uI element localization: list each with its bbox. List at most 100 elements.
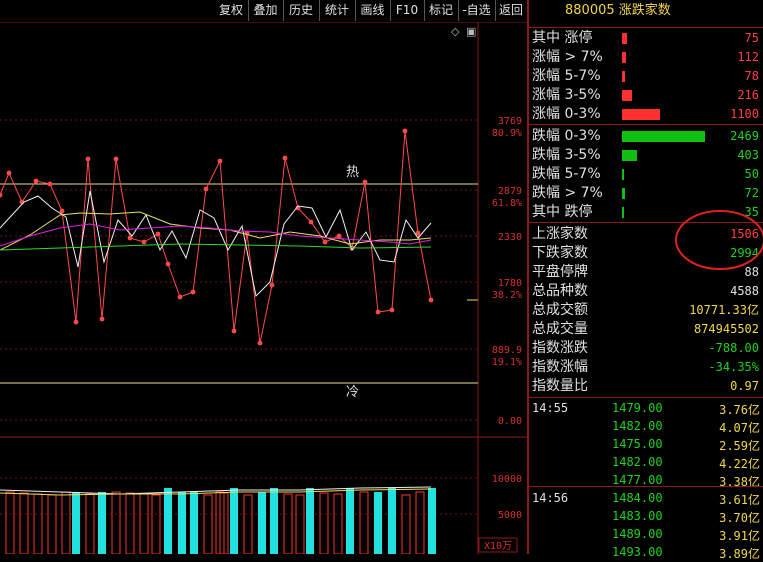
row-value: 78 bbox=[744, 69, 759, 83]
window-icon[interactable]: ▣ bbox=[466, 25, 476, 38]
tick-amount: 3.91亿 bbox=[719, 529, 760, 543]
ratio-point bbox=[362, 179, 368, 185]
volume-bar-cyan bbox=[374, 492, 382, 554]
volume-bar-red bbox=[47, 494, 57, 554]
volume-bar-red bbox=[111, 491, 121, 554]
row-label: 下跌家数 bbox=[532, 245, 588, 261]
ratio-point bbox=[177, 294, 183, 300]
row-label: 总品种数 bbox=[532, 283, 588, 299]
tick-price: 1482.00 bbox=[612, 419, 663, 433]
ratio-point bbox=[402, 128, 408, 134]
volume-bar-cyan bbox=[270, 488, 278, 554]
tick-amount: 2.59亿 bbox=[719, 439, 760, 453]
row-value: 4588 bbox=[730, 284, 759, 298]
tick-price: 1484.00 bbox=[612, 491, 663, 505]
tick-price: 1479.00 bbox=[612, 401, 663, 415]
ratio-point bbox=[0, 192, 3, 198]
tick-price: 1483.00 bbox=[612, 509, 663, 523]
tick-amount: 4.07亿 bbox=[719, 421, 760, 435]
row-value: -34.35% bbox=[708, 360, 759, 374]
tick-price: 1489.00 bbox=[612, 527, 663, 541]
toolbar-button-6[interactable]: 标记 bbox=[424, 0, 459, 21]
down-stat-row: 跌幅 3-5% 403 bbox=[532, 146, 762, 165]
volume-bar-cyan bbox=[306, 488, 314, 554]
axis-value-label: 0.00 bbox=[498, 416, 522, 427]
toolbar-button-7[interactable]: -自选 bbox=[458, 0, 496, 21]
summary-row: 总品种数 4588 bbox=[532, 282, 762, 301]
tick-price: 1482.00 bbox=[612, 455, 663, 469]
ratio-point bbox=[47, 181, 53, 187]
row-value: 0.97 bbox=[730, 379, 759, 393]
tick-time: 14:56 bbox=[532, 491, 569, 505]
axis-pct-label: 61.8% bbox=[492, 198, 522, 209]
base-ma-line bbox=[0, 243, 432, 251]
row-label: 总成交量 bbox=[532, 321, 588, 337]
ratio-point bbox=[33, 178, 39, 184]
volume-bar-cyan bbox=[258, 492, 266, 554]
row-value: -788.00 bbox=[708, 341, 759, 355]
axis-pct-label: 80.9% bbox=[492, 128, 522, 139]
down-stat-row: 跌幅 5-7% 50 bbox=[532, 165, 762, 184]
row-label: 平盘停牌 bbox=[532, 264, 588, 280]
axis-value-label: 2330 bbox=[498, 232, 522, 243]
panel-separator bbox=[529, 27, 763, 28]
ratio-point bbox=[308, 219, 314, 225]
main-chart[interactable]: 376980.9% 287961.8% 2330 178038.2% 889.919.1… bbox=[0, 22, 527, 554]
axis-value-label: 889.9 bbox=[492, 345, 522, 356]
tick-amount: 3.61亿 bbox=[719, 493, 760, 507]
toolbar-button-3[interactable]: 统计 bbox=[319, 0, 356, 21]
axis-value-label: 1780 bbox=[498, 278, 522, 289]
tick-price: 1475.00 bbox=[612, 437, 663, 451]
index-title: 880005 涨跌家数 bbox=[565, 3, 671, 18]
short-ma-line bbox=[0, 190, 432, 298]
summary-row: 总成交额 10771.33亿 bbox=[532, 301, 762, 320]
ratio-point bbox=[113, 156, 119, 162]
volume-bar-red bbox=[415, 491, 425, 554]
row-bar bbox=[622, 207, 624, 218]
volume-axis-label: 10000 bbox=[492, 474, 522, 485]
panel-separator bbox=[529, 397, 763, 398]
row-label: 跌幅 > 7% bbox=[532, 185, 603, 201]
volume-bar-cyan bbox=[98, 492, 106, 554]
toolbar-button-2[interactable]: 历史 bbox=[283, 0, 320, 21]
highlight-ellipse bbox=[675, 210, 763, 270]
toolbar-button-8[interactable]: 返回 bbox=[495, 0, 528, 21]
toolbar-button-1[interactable]: 叠加 bbox=[248, 0, 284, 21]
tick-time: 14:55 bbox=[532, 401, 569, 415]
row-value: 216 bbox=[737, 88, 759, 102]
summary-row: 指数涨跌 -788.00 bbox=[532, 339, 762, 358]
summary-row: 指数量比 0.97 bbox=[532, 377, 762, 396]
volume-bar-red bbox=[139, 493, 149, 554]
volume-bar-cyan bbox=[164, 488, 172, 554]
volume-bar-red bbox=[283, 493, 293, 554]
tick-amount: 3.76亿 bbox=[719, 403, 760, 417]
row-label: 涨幅 > 7% bbox=[532, 49, 603, 65]
volume-bar-red bbox=[151, 494, 161, 554]
ratio-point bbox=[165, 261, 171, 267]
volume-bar-cyan bbox=[428, 488, 436, 554]
row-bar bbox=[622, 71, 625, 82]
ratio-point bbox=[59, 208, 65, 214]
ratio-point bbox=[282, 155, 288, 161]
row-value: 10771.33亿 bbox=[689, 303, 759, 317]
row-bar bbox=[622, 52, 626, 63]
tick-group-separator bbox=[529, 486, 763, 487]
volume-bar-cyan bbox=[388, 488, 396, 554]
tick-amount: 3.70亿 bbox=[719, 511, 760, 525]
ratio-point bbox=[217, 158, 223, 164]
row-bar bbox=[622, 169, 624, 180]
row-label: 总成交额 bbox=[532, 302, 588, 318]
row-label: 涨幅 0-3% bbox=[532, 106, 601, 122]
cold-label: 冷 bbox=[346, 385, 359, 400]
row-label: 涨幅 3-5% bbox=[532, 87, 601, 103]
toolbar-button-4[interactable]: 画线 bbox=[355, 0, 391, 21]
panel-divider bbox=[527, 0, 529, 554]
chart-toolbar: 复权 叠加 历史 统计 画线 F10 标记 -自选 返回 bbox=[0, 0, 528, 22]
ratio-point bbox=[257, 340, 263, 346]
toolbar-button-5[interactable]: F10 bbox=[390, 0, 425, 21]
row-label: 其中 涨停 bbox=[532, 30, 593, 46]
diamond-icon[interactable]: ◇ bbox=[451, 25, 460, 38]
volume-bar-red bbox=[333, 493, 343, 554]
toolbar-button-0[interactable]: 复权 bbox=[214, 0, 249, 21]
tick-amount: 4.22亿 bbox=[719, 457, 760, 471]
